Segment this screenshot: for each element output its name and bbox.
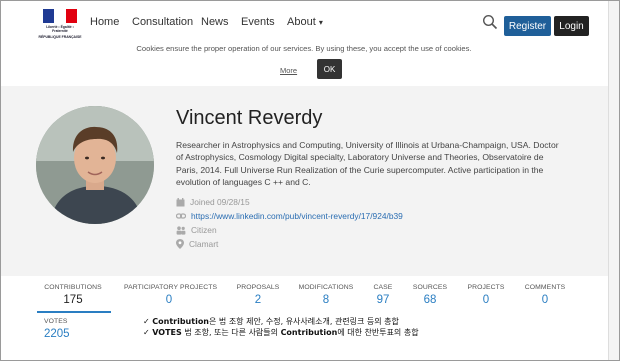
- stat-label: VOTES: [44, 318, 68, 325]
- annotation-line-votes: ✓ VOTES 법 조항, 또는 다른 사람들의 Contribution에 대…: [143, 327, 419, 338]
- profile-role: Citizen: [176, 225, 217, 235]
- note-text: 법 조항, 또는 다른 사람들의: [181, 328, 281, 337]
- check-icon: ✓: [143, 317, 153, 326]
- note-term: VOTES: [152, 328, 182, 337]
- nav-events-link[interactable]: Events: [241, 16, 275, 28]
- cookie-notice-text: Cookies ensure the proper operation of o…: [136, 44, 472, 53]
- scrollbar[interactable]: [608, 1, 619, 360]
- profile-name: Vincent Reverdy: [176, 107, 323, 129]
- profile-bio: Researcher in Astrophysics and Computing…: [176, 140, 559, 188]
- check-icon: ✓: [143, 328, 153, 337]
- chevron-down-icon: ▾: [318, 18, 323, 27]
- stat-value: 175: [63, 294, 83, 306]
- profile-joined: Joined 09/28/15: [176, 197, 250, 207]
- avatar: [36, 106, 154, 224]
- stat-value: 2205: [44, 328, 70, 340]
- annotation-notes: ✓ Contribution은 법 조항 제안, 수정, 유사사례소개, 관련링…: [143, 316, 419, 338]
- register-button[interactable]: Register: [504, 16, 551, 36]
- nav-home-link[interactable]: Home: [90, 16, 119, 28]
- cookie-ok-button[interactable]: OK: [317, 59, 342, 79]
- stat-label: PARTICIPATORY PROJECTS: [124, 284, 218, 291]
- note-text: 은 법 조항 제안, 수정, 유사사례소개, 관련링크 등의 총합: [209, 317, 399, 326]
- profile-website[interactable]: https://www.linkedin.com/pub/vincent-rev…: [176, 211, 403, 221]
- stat-participatory-projects[interactable]: PARTICIPATORY PROJECTS 0: [124, 284, 218, 306]
- active-tab-indicator: [37, 311, 111, 313]
- nav-about-menu[interactable]: About ▾: [287, 16, 323, 28]
- map-pin-icon: [176, 239, 184, 249]
- location-label: Clamart: [189, 239, 219, 249]
- stat-votes[interactable]: VOTES 2205: [44, 318, 70, 340]
- stat-contributions[interactable]: CONTRIBUTIONS 175: [28, 284, 118, 306]
- annotation-line-contribution: ✓ Contribution은 법 조항 제안, 수정, 유사사례소개, 관련링…: [143, 316, 419, 327]
- role-label: Citizen: [191, 225, 217, 235]
- nav-consultation-link[interactable]: Consultation: [132, 16, 193, 28]
- stat-value: 0: [541, 294, 549, 306]
- link-icon: [176, 213, 186, 219]
- note-term: Contribution: [280, 328, 338, 337]
- cookie-more-link[interactable]: More: [280, 66, 297, 75]
- stat-comments[interactable]: COMMENTS 0: [500, 284, 590, 306]
- website-link[interactable]: https://www.linkedin.com/pub/vincent-rev…: [191, 211, 403, 221]
- nav-about-label: About: [287, 16, 316, 28]
- profile-location: Clamart: [176, 239, 218, 249]
- stat-value: 0: [165, 294, 173, 306]
- logo-title: RÉPUBLIQUE FRANÇAISE: [38, 35, 82, 39]
- stat-label: COMMENTS: [524, 284, 566, 291]
- note-text: 에 대한 찬반투표의 총합: [337, 328, 419, 337]
- users-icon: [176, 225, 186, 235]
- logo-motto: Liberté • Égalité • Fraternité: [46, 25, 74, 33]
- nav-news-link[interactable]: News: [201, 16, 229, 28]
- flag-icon: [43, 9, 77, 23]
- login-button[interactable]: Login: [554, 16, 589, 36]
- republique-francaise-logo[interactable]: Liberté • Égalité • Fraternité RÉPUBLIQU…: [38, 9, 82, 39]
- note-term: Contribution: [152, 317, 210, 326]
- stat-label: CONTRIBUTIONS: [44, 284, 102, 291]
- search-icon[interactable]: [482, 14, 498, 30]
- joined-date: Joined 09/28/15: [190, 197, 250, 207]
- calendar-icon: [176, 197, 185, 206]
